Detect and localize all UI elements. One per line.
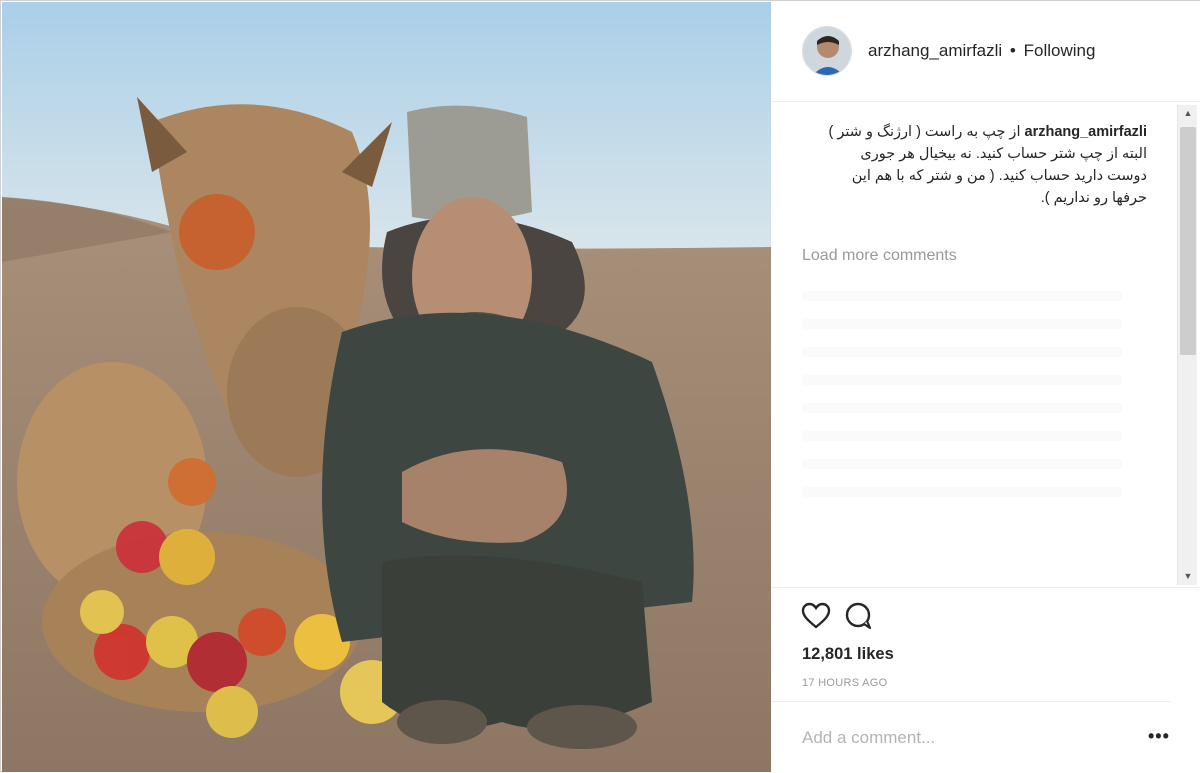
window-frame: arzhang_amirfazli • Following arzhang_am… [0,0,1200,773]
post-image [2,2,771,772]
heart-icon[interactable] [801,602,833,632]
scrollbar-thumb[interactable] [1180,127,1196,355]
add-comment-bar: ••• [771,701,1171,773]
comment-icon[interactable] [843,602,875,632]
comment-input[interactable] [802,724,1122,752]
arrow-up-icon[interactable]: ▲ [1178,105,1198,122]
separator-dot: • [1009,41,1016,60]
header-text: arzhang_amirfazli • Following [868,41,1095,61]
post-header: arzhang_amirfazli • Following [771,1,1200,102]
post-actions: 12,801 likes 17 HOURS AGO [771,587,1200,703]
comments-scrollbar[interactable]: ▲ ▼ [1177,105,1197,585]
post-timestamp[interactable]: 17 HOURS AGO [802,677,888,689]
likes-count[interactable]: 12,801 likes [802,645,894,664]
load-more-comments-link[interactable]: Load more comments [802,247,957,265]
username-link[interactable]: arzhang_amirfazli [868,41,1002,60]
avatar[interactable] [802,26,852,76]
caption-username[interactable]: arzhang_amirfazli [1025,124,1148,140]
post-photo[interactable] [2,2,771,772]
more-options-button[interactable]: ••• [1148,726,1170,747]
action-icons [801,602,881,632]
following-button[interactable]: Following [1024,41,1096,60]
comments-area[interactable]: arzhang_amirfazli از چپ به راست ( ارژنگ … [771,103,1181,587]
arrow-down-icon[interactable]: ▼ [1178,568,1198,585]
faded-comments-placeholder [802,273,1122,573]
post-side-panel: arzhang_amirfazli • Following arzhang_am… [771,1,1200,773]
caption: arzhang_amirfazli از چپ به راست ( ارژنگ … [827,121,1147,209]
